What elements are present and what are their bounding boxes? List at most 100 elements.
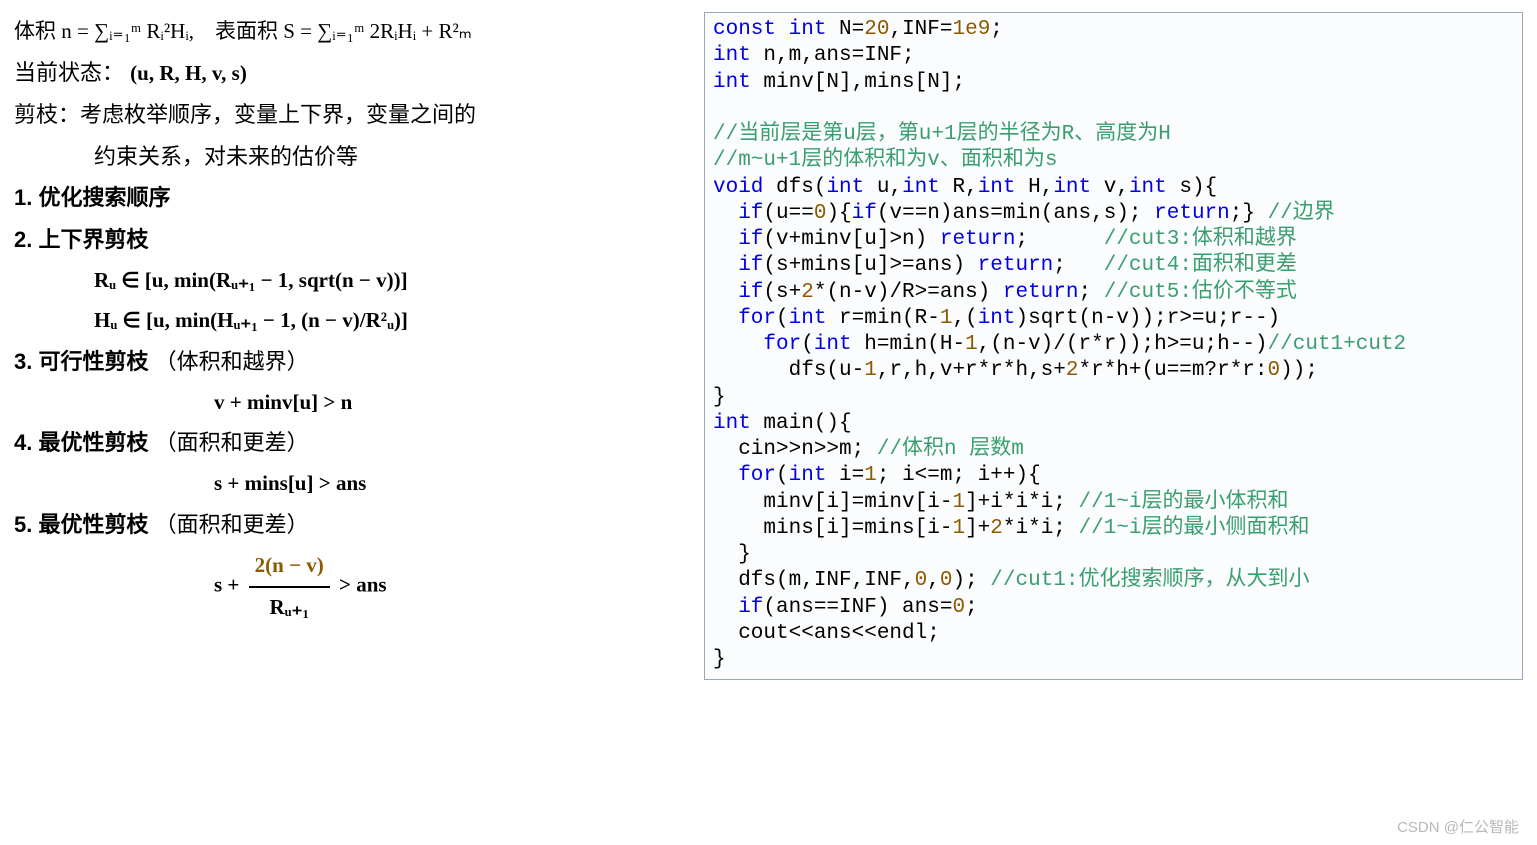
code-text: mins[i]=mins[i- — [713, 517, 952, 540]
kw: int — [713, 412, 751, 435]
kw: if — [713, 228, 763, 251]
kw: int — [1053, 176, 1091, 199]
num: 1 — [952, 517, 965, 540]
comment: //边界 — [1268, 202, 1335, 225]
eq-h-range: Hᵤ ∈ [u, min(Hᵤ₊₁ − 1, (n − v)/R²ᵤ)] — [14, 301, 674, 341]
comment: //cut5:估价不等式 — [1104, 281, 1297, 304]
code-text: (v==n)ans=min(ans,s); — [877, 202, 1154, 225]
code-text: N= — [826, 18, 864, 41]
code-text: v, — [1091, 176, 1129, 199]
code-text: H, — [1016, 176, 1054, 199]
kw: return — [1154, 202, 1230, 225]
kw: int — [789, 307, 827, 330]
code-text: )sqrt(n-v));r>=u;r--) — [1016, 307, 1281, 330]
num: 0 — [915, 569, 928, 592]
code-text: minv[N],mins[N]; — [751, 71, 965, 94]
kw: if — [852, 202, 877, 225]
num: 0 — [1268, 359, 1281, 382]
heading-4a: 4. 最优性剪枝 — [14, 430, 148, 455]
code-text: minv[i]=minv[i- — [713, 491, 952, 514]
heading-5a: 5. 最优性剪枝 — [14, 512, 148, 537]
kw: return — [978, 254, 1054, 277]
code-text: )); — [1280, 359, 1318, 382]
code-text: , — [927, 569, 940, 592]
comment: //cut4:面积和更差 — [1104, 254, 1297, 277]
num: 1e9 — [952, 18, 990, 41]
kw: int — [902, 176, 940, 199]
code-text: (u== — [763, 202, 813, 225]
code-text: ,INF= — [889, 18, 952, 41]
code-text: ; — [965, 596, 978, 619]
kw: const — [713, 18, 776, 41]
code-text: ( — [801, 333, 814, 356]
code-text: dfs(m,INF,INF, — [713, 569, 915, 592]
comment: //cut1+cut2 — [1268, 333, 1407, 356]
heading-2: 2. 上下界剪枝 — [14, 219, 674, 261]
kw: return — [940, 228, 1016, 251]
code-text: } — [713, 543, 751, 566]
code-block: const int N=20,INF=1e9; int n,m,ans=INF;… — [704, 12, 1523, 680]
num: 20 — [864, 18, 889, 41]
code-text: s){ — [1167, 176, 1217, 199]
kw: int — [713, 44, 751, 67]
num: 2 — [801, 281, 814, 304]
eq5-num: 2(n − v) — [249, 546, 330, 588]
code-text: ; — [990, 18, 1003, 41]
code-text: ){ — [826, 202, 851, 225]
code-text: i= — [826, 464, 864, 487]
heading-4b: （面积和更差） — [155, 430, 309, 455]
code-text: ; — [1079, 281, 1104, 304]
code-text: dfs(u- — [713, 359, 864, 382]
kw: if — [713, 281, 763, 304]
code-text: ;} — [1230, 202, 1268, 225]
eq5-fraction: 2(n − v) Rᵤ₊₁ — [249, 546, 330, 628]
prune-desc-1: 剪枝：考虑枚举顺序，变量上下界，变量之间的 — [14, 94, 674, 136]
num: 2 — [1066, 359, 1079, 382]
kw: int — [978, 307, 1016, 330]
left-panel: 体积 n = ∑ᵢ₌₁ᵐ Rᵢ²Hᵢ, 表面积 S = ∑ᵢ₌₁ᵐ 2RᵢHᵢ … — [14, 12, 674, 628]
code-text: h=min(H- — [852, 333, 965, 356]
kw: void — [713, 176, 763, 199]
code-text: ); — [952, 569, 990, 592]
code-text: n,m,ans=INF; — [751, 44, 915, 67]
kw: int — [978, 176, 1016, 199]
kw: int — [776, 18, 826, 41]
state-line: 当前状态： (u, R, H, v, s) — [14, 52, 674, 94]
kw: if — [713, 254, 763, 277]
code-text: ; — [1053, 254, 1103, 277]
comment: //1~i层的最小体积和 — [1078, 491, 1288, 514]
eq-optimal-2: s + 2(n − v) Rᵤ₊₁ > ans — [14, 546, 674, 628]
comment: //体积n 层数m — [877, 438, 1024, 461]
comment: //当前层是第u层，第u+1层的半径为R、高度为H — [713, 123, 1171, 146]
num: 1 — [952, 491, 965, 514]
state-label: 当前状态： — [14, 60, 124, 85]
right-panel: const int N=20,INF=1e9; int n,m,ans=INF;… — [704, 12, 1523, 680]
kw: if — [713, 202, 763, 225]
comment: //1~i层的最小侧面积和 — [1079, 517, 1310, 540]
kw: return — [1003, 281, 1079, 304]
state-tuple: (u, R, H, v, s) — [130, 61, 247, 85]
heading-4: 4. 最优性剪枝 （面积和更差） — [14, 422, 674, 464]
eq5-lhs: s + — [214, 573, 239, 597]
heading-5: 5. 最优性剪枝 （面积和更差） — [14, 504, 674, 546]
code-text: main(){ — [751, 412, 852, 435]
code-text: (s+mins[u]>=ans) — [763, 254, 977, 277]
num: 0 — [952, 596, 965, 619]
code-text: *i*i; — [1003, 517, 1079, 540]
prune-desc-2: 约束关系，对未来的估价等 — [14, 136, 674, 178]
comment: //cut1:优化搜索顺序，从大到小 — [990, 569, 1309, 592]
kw: for — [713, 307, 776, 330]
eq-feasibility: v + minv[u] > n — [14, 383, 674, 423]
code-text: ,(n-v)/(r*r));h>=u;h--) — [978, 333, 1268, 356]
eq-optimal-1: s + mins[u] > ans — [14, 464, 674, 504]
code-text: ; — [1015, 228, 1103, 251]
eq5-rhs: > ans — [339, 573, 387, 597]
num: 1 — [965, 333, 978, 356]
code-text: r=min(R- — [826, 307, 939, 330]
code-text: ,( — [952, 307, 977, 330]
heading-3b: （体积和越界） — [155, 349, 309, 374]
code-text: ( — [776, 307, 789, 330]
num: 1 — [940, 307, 953, 330]
kw: if — [713, 596, 763, 619]
code-text: cout<<ans<<endl; — [713, 622, 940, 645]
